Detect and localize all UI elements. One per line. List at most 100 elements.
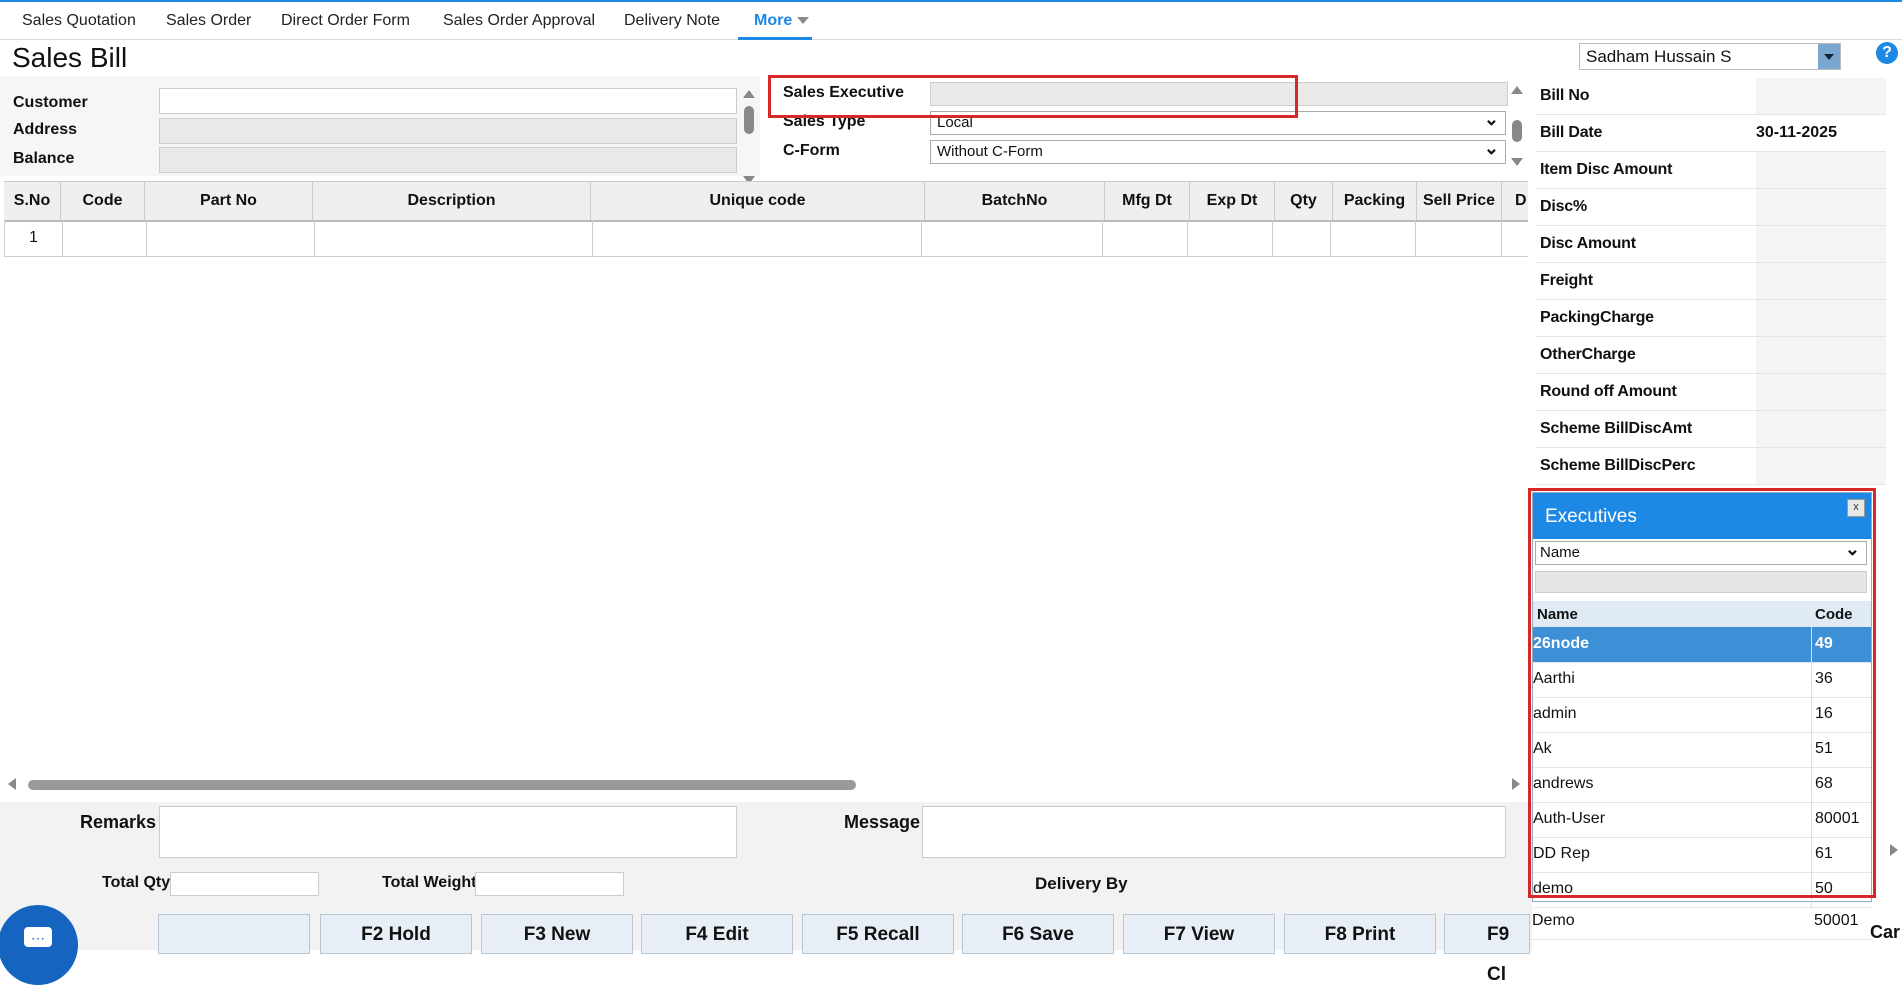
summary-value[interactable]: 30-11-2025 (1756, 115, 1886, 151)
nav-delivery-note[interactable]: Delivery Note (624, 12, 720, 30)
page-title: Sales Bill (12, 42, 128, 73)
col-batch-no: BatchNo (925, 182, 1105, 220)
cform-label: C-Form (783, 142, 840, 159)
scroll-thumb[interactable] (744, 106, 754, 134)
message-input[interactable] (922, 806, 1506, 858)
scroll-down-icon[interactable] (1511, 158, 1523, 166)
col-mfg-dt: Mfg Dt (1105, 182, 1190, 220)
scroll-thumb[interactable] (1512, 120, 1522, 142)
summary-row-disc-percent: Disc% (1536, 189, 1886, 226)
offscreen-column-text: Car (1870, 922, 1901, 942)
cell-batch-no[interactable] (922, 220, 1103, 256)
active-tab-indicator (738, 37, 812, 40)
cell-code[interactable] (63, 220, 147, 256)
chat-widget[interactable]: ⋯ (0, 905, 78, 985)
summary-value[interactable] (1756, 78, 1886, 114)
col-sell-price: Sell Price (1417, 182, 1502, 220)
remarks-input[interactable] (159, 806, 737, 858)
summary-label: Round off Amount (1540, 383, 1677, 400)
items-grid-header: S.No Code Part No Description Unique cod… (4, 181, 1528, 222)
total-qty-label: Total Qty (102, 874, 171, 891)
cell-sell-price[interactable] (1416, 220, 1502, 256)
summary-label: Scheme BillDiscPerc (1540, 457, 1696, 474)
chat-icon: ⋯ (24, 927, 52, 947)
summary-label: Disc Amount (1540, 235, 1636, 252)
cform-select[interactable]: Without C-Form (930, 137, 1506, 164)
cell-packing[interactable] (1331, 220, 1416, 256)
customer-input[interactable] (159, 88, 737, 114)
f5-recall-button[interactable]: F5 Recall (802, 914, 954, 954)
f2-hold-button[interactable]: F2 Hold (320, 914, 472, 954)
table-row[interactable]: 1 (4, 220, 1528, 257)
summary-label: Scheme BillDiscAmt (1540, 420, 1693, 437)
f9-clear-button[interactable]: F9 Cl (1444, 914, 1530, 985)
summary-row-scheme-bill-disc-amt: Scheme BillDiscAmt (1536, 411, 1886, 448)
total-qty-field[interactable] (170, 872, 319, 896)
f6-save-button[interactable]: F6 Save (962, 914, 1114, 954)
message-label: Message (844, 812, 921, 832)
summary-value[interactable] (1756, 448, 1886, 484)
col-sno: S.No (4, 182, 61, 220)
col-part-no: Part No (145, 182, 313, 220)
summary-value[interactable] (1756, 263, 1886, 299)
cell-description[interactable] (315, 220, 593, 256)
summary-value[interactable] (1756, 300, 1886, 336)
summary-row-scheme-bill-disc-perc: Scheme BillDiscPerc (1536, 448, 1886, 485)
user-select[interactable]: Sadham Hussain S (1579, 43, 1841, 70)
exec-code: 50001 (1814, 912, 1859, 929)
cell-unique-code[interactable] (593, 220, 922, 256)
summary-label: Bill Date (1540, 124, 1603, 141)
cell-exp-dt[interactable] (1188, 220, 1273, 256)
scroll-left-icon[interactable] (8, 778, 16, 790)
summary-label: Disc% (1540, 198, 1588, 215)
summary-label: PackingCharge (1540, 309, 1654, 326)
summary-label: Freight (1540, 272, 1593, 289)
summary-label: Bill No (1540, 87, 1590, 104)
chevron-down-icon (797, 17, 810, 25)
summary-row-freight: Freight (1536, 263, 1886, 300)
summary-row-item-disc-amount: Item Disc Amount (1536, 152, 1886, 189)
summary-value[interactable] (1756, 337, 1886, 373)
f3-new-button[interactable]: F3 New (481, 914, 633, 954)
total-weight-field[interactable] (475, 872, 624, 896)
nav-more-label: More (754, 12, 793, 29)
f8-print-button[interactable]: F8 Print (1284, 914, 1436, 954)
summary-row-packing-charge: PackingCharge (1536, 300, 1886, 337)
cell-qty[interactable] (1273, 220, 1331, 256)
chevron-down-icon[interactable] (1818, 44, 1840, 69)
col-d: D (1515, 192, 1527, 209)
scroll-right-icon[interactable] (1512, 778, 1520, 790)
nav-sales-quotation[interactable]: Sales Quotation (22, 12, 136, 30)
summary-row-other-charge: OtherCharge (1536, 337, 1886, 374)
help-icon[interactable]: ? (1876, 42, 1898, 64)
customer-scrollbar[interactable] (742, 90, 756, 184)
scroll-right-icon[interactable] (1890, 844, 1898, 856)
f4-edit-button[interactable]: F4 Edit (641, 914, 793, 954)
nav-more[interactable]: More (754, 12, 810, 30)
highlight-executives-popup (1528, 488, 1876, 898)
header-right-scrollbar[interactable] (1510, 86, 1524, 166)
summary-label: Item Disc Amount (1540, 161, 1673, 178)
top-nav-bar: Sales Quotation Sales Order Direct Order… (0, 0, 1902, 40)
nav-sales-order[interactable]: Sales Order (166, 12, 251, 30)
nav-direct-order-form[interactable]: Direct Order Form (281, 12, 410, 30)
summary-value[interactable] (1756, 152, 1886, 188)
list-item[interactable]: Demo 50001 (1532, 904, 1872, 940)
cell-mfg-dt[interactable] (1103, 220, 1188, 256)
summary-value[interactable] (1756, 226, 1886, 262)
scroll-up-icon[interactable] (1511, 86, 1523, 94)
address-label: Address (13, 121, 78, 138)
grid-horizontal-scrollbar[interactable] (8, 776, 1524, 792)
blank-button[interactable] (158, 914, 310, 954)
cell-part-no[interactable] (147, 220, 315, 256)
f7-view-button[interactable]: F7 View (1123, 914, 1275, 954)
summary-value[interactable] (1756, 411, 1886, 447)
summary-value[interactable] (1756, 374, 1886, 410)
nav-sales-order-approval[interactable]: Sales Order Approval (443, 12, 595, 30)
scroll-up-icon[interactable] (743, 90, 755, 98)
summary-value[interactable] (1756, 189, 1886, 225)
header-form: Customer Address Balance (0, 76, 760, 184)
address-field (159, 118, 737, 144)
summary-row-disc-amount: Disc Amount (1536, 226, 1886, 263)
scroll-thumb[interactable] (28, 780, 856, 790)
